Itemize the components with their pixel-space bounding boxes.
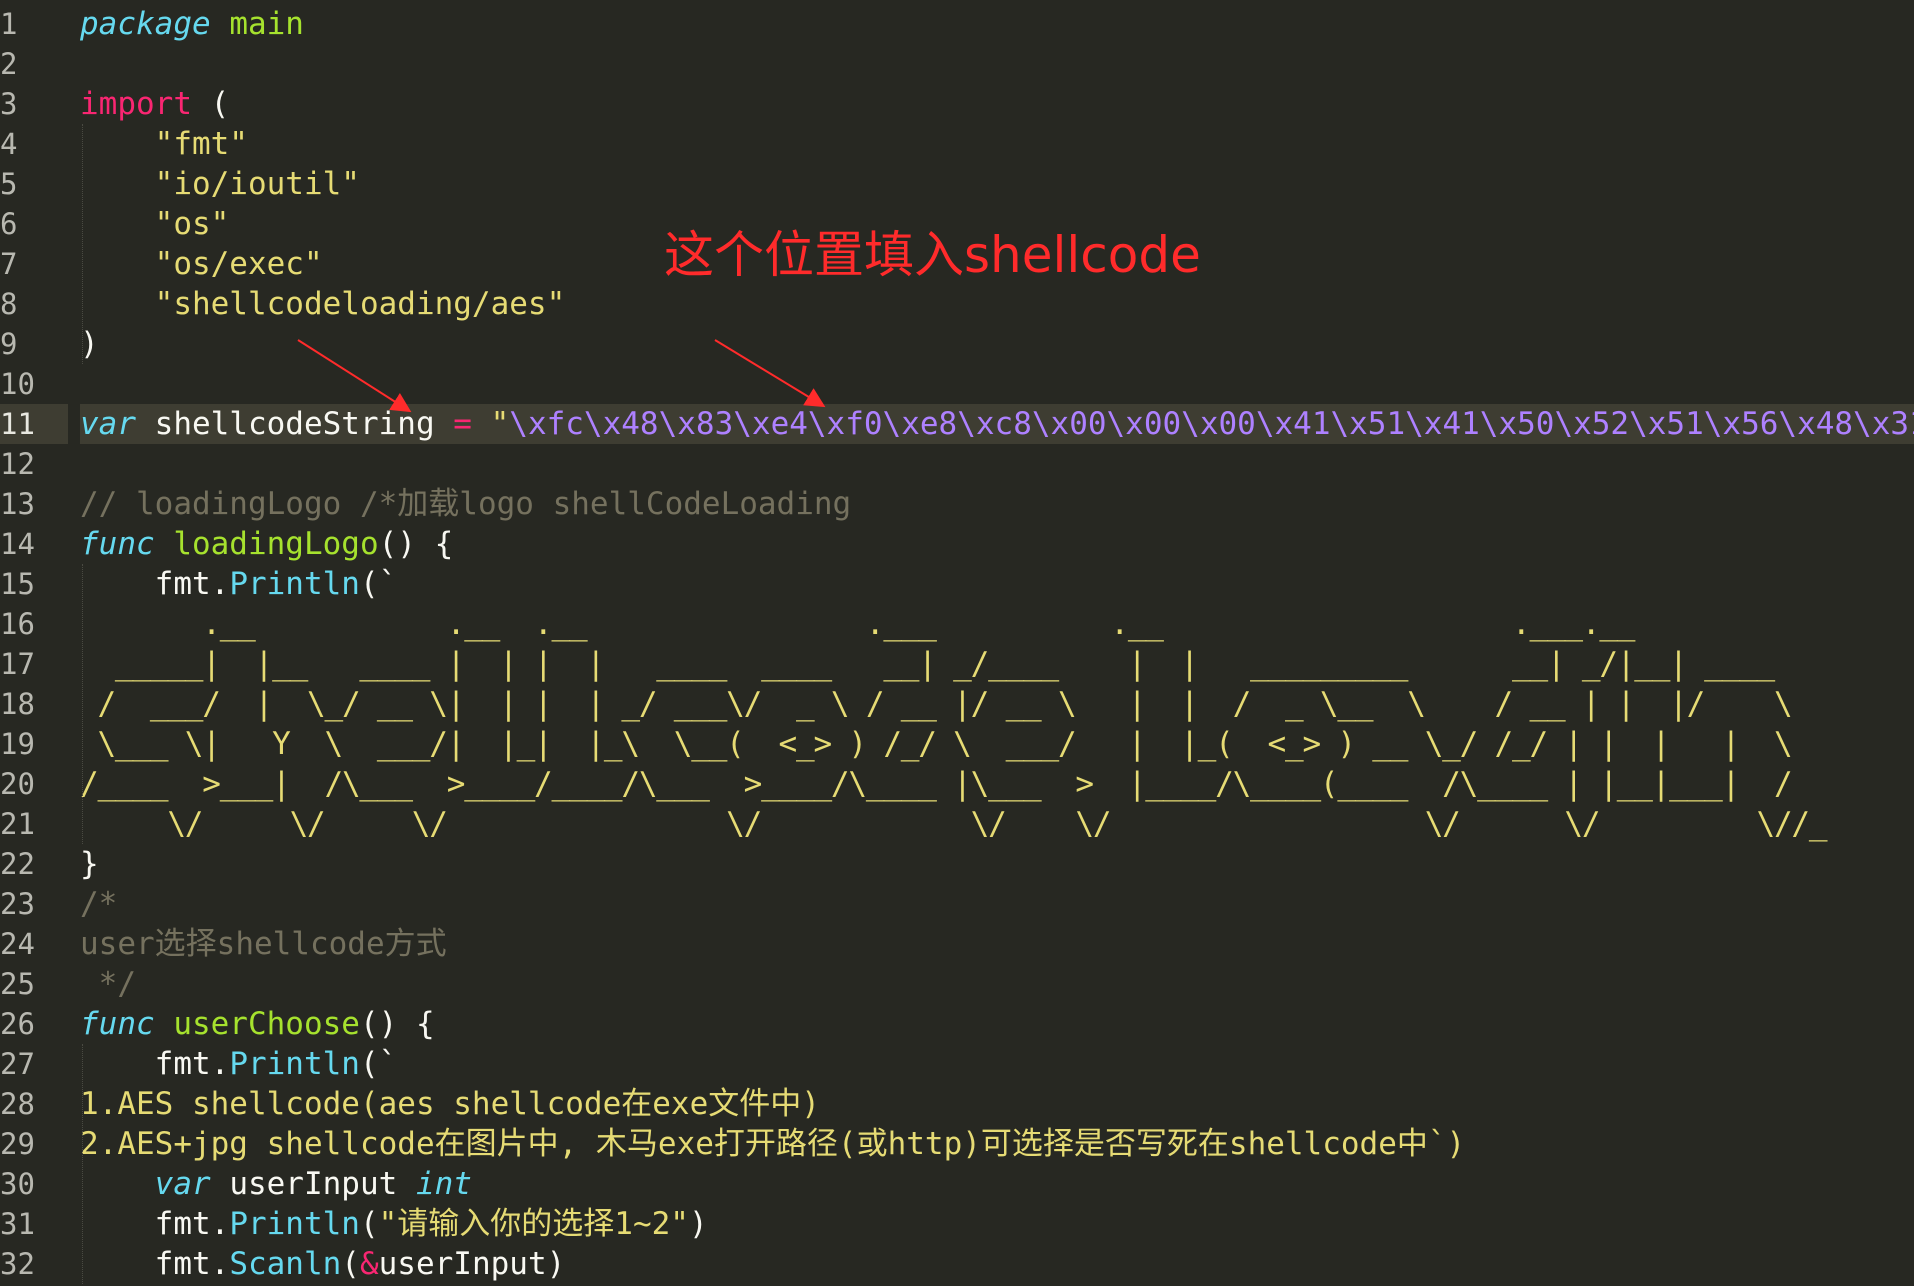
code-editor[interactable]: 1 2 3 4 5 6 7 8 9 10 11 12 13 14 15 16 17 18 19 20 21 22 23 24 2… (0, 0, 1914, 1286)
annotation-arrows (297, 339, 826, 413)
arrow-annotation-icon (714, 339, 826, 408)
arrow-annotation-icon (297, 339, 412, 413)
